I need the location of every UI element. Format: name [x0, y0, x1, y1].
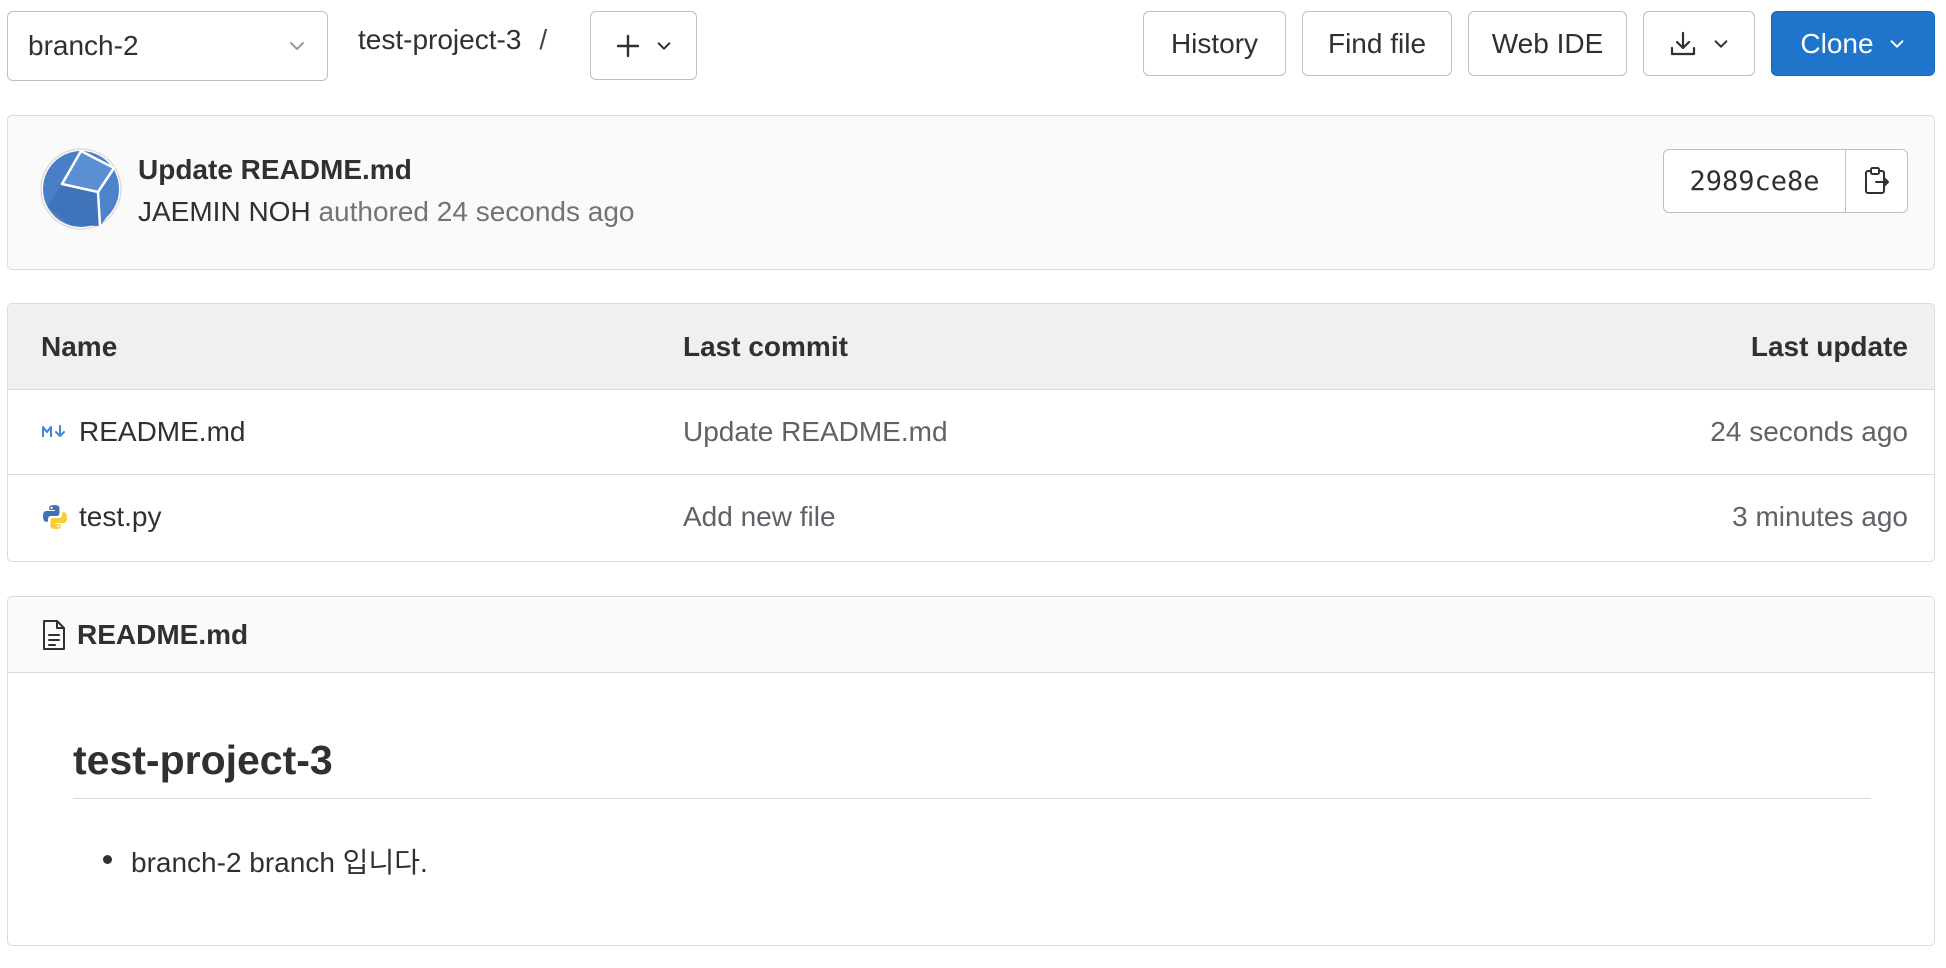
- file-last-update: 24 seconds ago: [1710, 416, 1908, 447]
- history-button-label: History: [1170, 27, 1259, 59]
- chevron-down-icon: [290, 42, 304, 50]
- column-header-last-update: Last update: [1750, 331, 1908, 362]
- clone-button-label: Clone: [1800, 27, 1874, 59]
- find-file-button[interactable]: Find file: [1302, 11, 1452, 76]
- commit-authored-time: authored 24 seconds ago: [310, 196, 635, 227]
- web-ide-button-label: Web IDE: [1491, 27, 1604, 59]
- clone-dropdown-button[interactable]: Clone: [1771, 11, 1935, 76]
- add-to-tree-dropdown[interactable]: [590, 11, 697, 80]
- table-row[interactable]: README.md Update README.md 24 seconds ag…: [8, 390, 1934, 475]
- file-name-link[interactable]: test.py: [41, 501, 161, 533]
- branch-selector[interactable]: branch-2: [7, 11, 328, 81]
- commit-author-link[interactable]: JAEMIN NOH: [138, 196, 311, 227]
- breadcrumb: test-project-3 /: [358, 24, 547, 56]
- file-name-link[interactable]: README.md: [41, 416, 245, 448]
- table-row[interactable]: test.py Add new file 3 minutes ago: [8, 475, 1934, 560]
- download-dropdown-button[interactable]: [1643, 11, 1755, 76]
- file-icon: [43, 619, 65, 650]
- breadcrumb-project-link[interactable]: test-project-3: [358, 24, 521, 56]
- readme-heading: test-project-3: [73, 737, 1871, 799]
- avatar[interactable]: [40, 148, 122, 230]
- file-last-commit-link[interactable]: Add new file: [683, 501, 836, 533]
- readme-list: branch-2 branch 입니다.: [103, 841, 428, 881]
- chevron-down-icon: [1890, 39, 1903, 48]
- file-name: test.py: [79, 501, 162, 532]
- breadcrumb-separator: /: [539, 24, 548, 55]
- column-header-last-commit: Last commit: [683, 331, 848, 362]
- history-button[interactable]: History: [1143, 11, 1286, 76]
- branch-name: branch-2: [28, 30, 139, 61]
- readme-header: README.md: [8, 597, 1934, 673]
- commit-sha[interactable]: 2989ce8e: [1664, 150, 1846, 212]
- file-name: README.md: [79, 416, 246, 447]
- commit-meta: JAEMIN NOH authored 24 seconds ago: [138, 196, 635, 228]
- commit-sha-group: 2989ce8e: [1663, 149, 1908, 213]
- markdown-icon: [42, 425, 65, 437]
- file-tree-table: Name Last commit Last update README.md U…: [7, 303, 1935, 562]
- readme-panel: README.md test-project-3 branch-2 branch…: [7, 596, 1935, 946]
- chevron-down-icon: [1714, 39, 1728, 48]
- plus-icon: [616, 34, 639, 57]
- repository-toolbar: branch-2 test-project-3 / History Find f…: [0, 0, 1946, 90]
- table-header: Name Last commit Last update: [8, 304, 1934, 390]
- chevron-down-icon: [657, 41, 670, 50]
- column-header-name: Name: [41, 331, 118, 362]
- download-icon: [1670, 31, 1696, 55]
- list-item: branch-2 branch 입니다.: [103, 841, 428, 881]
- file-last-update: 3 minutes ago: [1732, 501, 1908, 532]
- find-file-button-label: Find file: [1327, 27, 1427, 59]
- python-icon: [43, 505, 67, 529]
- readme-filename[interactable]: README.md: [77, 619, 248, 651]
- web-ide-button[interactable]: Web IDE: [1468, 11, 1627, 76]
- commit-title-link[interactable]: Update README.md: [138, 154, 412, 186]
- file-last-commit-link[interactable]: Update README.md: [683, 416, 948, 448]
- last-commit-card: Update README.md JAEMIN NOH authored 24 …: [7, 115, 1935, 270]
- copy-to-clipboard-icon: [1864, 167, 1889, 194]
- copy-sha-button[interactable]: [1846, 150, 1907, 212]
